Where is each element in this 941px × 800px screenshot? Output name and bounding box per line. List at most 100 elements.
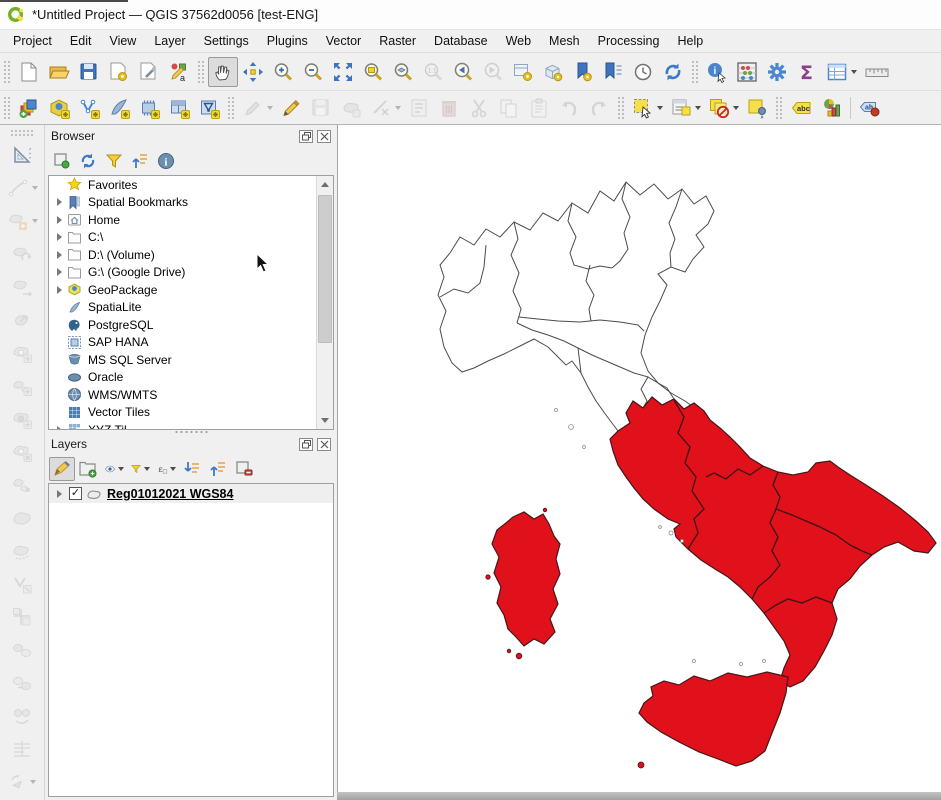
split-parts-button[interactable]	[5, 600, 39, 633]
browser-item-oracle[interactable]: Oracle	[49, 369, 333, 387]
select-by-location-button[interactable]	[742, 93, 772, 123]
remove-layer-button[interactable]	[231, 457, 257, 481]
browser-item-ms-sql-server[interactable]: MS SQL Server	[49, 351, 333, 369]
close-panel-icon[interactable]	[317, 438, 331, 451]
zoom-in-button[interactable]	[268, 57, 298, 87]
browser-item-vector-tiles[interactable]: Vector Tiles	[49, 404, 333, 422]
new-virtual-layer-button[interactable]	[164, 93, 194, 123]
expander-icon[interactable]	[53, 198, 65, 206]
current-edits-button[interactable]	[238, 93, 276, 123]
temporal-controller-button[interactable]	[628, 57, 658, 87]
scroll-down-icon[interactable]	[317, 412, 333, 429]
open-attribute-table-button[interactable]	[822, 57, 860, 87]
zoom-next-button[interactable]	[478, 57, 508, 87]
style-manager-button[interactable]: a	[164, 57, 194, 87]
rotate-feature-dropdown-button[interactable]	[5, 765, 39, 798]
delete-part-button[interactable]	[5, 468, 39, 501]
new-print-layout-button[interactable]	[104, 57, 134, 87]
zoom-full-extent-button[interactable]	[328, 57, 358, 87]
menu-plugins[interactable]: Plugins	[258, 31, 317, 51]
deselect-features-button[interactable]	[704, 93, 742, 123]
dropdown-arrow-icon[interactable]	[144, 467, 150, 471]
statistical-summary-button[interactable]	[732, 57, 762, 87]
toolbar-grip[interactable]	[775, 96, 783, 120]
browser-item-c-drive[interactable]: C:\	[49, 229, 333, 247]
trim-extend-button[interactable]	[5, 732, 39, 765]
menu-layer[interactable]: Layer	[145, 31, 194, 51]
refresh-map-button[interactable]	[658, 57, 688, 87]
new-spatialite-layer-button[interactable]	[104, 93, 134, 123]
toolbar-grip[interactable]	[617, 96, 625, 120]
simplify-feature-button[interactable]	[5, 303, 39, 336]
delete-selected-button[interactable]	[434, 93, 464, 123]
pin-labels-button[interactable]: ab	[855, 93, 885, 123]
expander-icon[interactable]	[53, 251, 65, 259]
add-selected-layers-button[interactable]	[49, 149, 75, 173]
browser-item-sap-hana[interactable]: SAP HANA	[49, 334, 333, 352]
expander-icon[interactable]	[53, 490, 65, 498]
offset-curve-button[interactable]	[5, 534, 39, 567]
browser-item-spatial-bookmarks[interactable]: Spatial Bookmarks	[49, 194, 333, 212]
pan-to-selection-button[interactable]	[238, 57, 268, 87]
add-feature-button[interactable]	[336, 93, 366, 123]
layer-diagram-options-button[interactable]	[816, 93, 846, 123]
toolbar-grip[interactable]	[227, 96, 235, 120]
vertex-tool-button[interactable]	[366, 93, 404, 123]
filter-legend-button[interactable]	[127, 457, 153, 481]
dropdown-arrow-icon[interactable]	[118, 467, 124, 471]
dropdown-arrow-icon[interactable]	[170, 467, 176, 471]
browser-item-postgresql[interactable]: PostgreSQL	[49, 316, 333, 334]
expander-icon[interactable]	[53, 286, 65, 294]
paste-features-button[interactable]	[524, 93, 554, 123]
add-group-button[interactable]	[75, 457, 101, 481]
browser-item-wms-wmts[interactable]: WMS/WMTS	[49, 386, 333, 404]
merge-feature-attributes-button[interactable]	[5, 666, 39, 699]
undo-button[interactable]	[554, 93, 584, 123]
menu-edit[interactable]: Edit	[61, 31, 101, 51]
map-canvas[interactable]	[337, 125, 941, 800]
add-part-button[interactable]	[5, 369, 39, 402]
dropdown-arrow-icon[interactable]	[851, 70, 857, 74]
save-project-button[interactable]	[74, 57, 104, 87]
copy-features-button[interactable]	[494, 93, 524, 123]
menu-project[interactable]: Project	[4, 31, 61, 51]
modify-attributes-button[interactable]	[404, 93, 434, 123]
toolbar-grip[interactable]	[3, 96, 11, 120]
menu-database[interactable]: Database	[425, 31, 497, 51]
dropdown-arrow-icon[interactable]	[695, 106, 701, 110]
pan-map-button[interactable]	[208, 57, 238, 87]
save-layer-edits-button[interactable]	[306, 93, 336, 123]
merge-features-button[interactable]	[5, 633, 39, 666]
layer-visibility-checkbox[interactable]: ✓	[69, 487, 82, 500]
measure-line-button[interactable]	[862, 57, 892, 87]
map-bottom-scroll-strip[interactable]	[337, 792, 941, 800]
new-project-button[interactable]	[14, 57, 44, 87]
float-panel-icon[interactable]	[299, 130, 313, 143]
new-shapefile-layer-button[interactable]	[74, 93, 104, 123]
scroll-up-icon[interactable]	[317, 176, 333, 193]
collapse-all-button[interactable]	[127, 149, 153, 173]
new-memory-layer-button[interactable]	[134, 93, 164, 123]
layer-row[interactable]: ✓ Reg01012021 WGS84	[49, 484, 333, 503]
toolbar-grip[interactable]	[197, 60, 205, 84]
split-features-button[interactable]	[5, 567, 39, 600]
cut-features-button[interactable]	[464, 93, 494, 123]
dropdown-arrow-icon[interactable]	[657, 106, 663, 110]
zoom-to-selection-button[interactable]	[358, 57, 388, 87]
float-panel-icon[interactable]	[299, 438, 313, 451]
menu-processing[interactable]: Processing	[589, 31, 669, 51]
new-spatial-bookmark-button[interactable]	[568, 57, 598, 87]
browser-item-favorites[interactable]: Favorites	[49, 176, 333, 194]
rotate-point-symbols-button[interactable]	[5, 699, 39, 732]
data-source-manager-button[interactable]	[14, 93, 44, 123]
browser-item-xyz-tiles[interactable]: XYZ Til	[49, 421, 333, 430]
toolbar-grip[interactable]	[3, 60, 11, 84]
zoom-to-layer-button[interactable]	[388, 57, 418, 87]
refresh-browser-button[interactable]	[75, 149, 101, 173]
menu-web[interactable]: Web	[497, 31, 540, 51]
toggle-editing-button[interactable]	[276, 93, 306, 123]
fill-ring-button[interactable]	[5, 402, 39, 435]
delete-ring-button[interactable]	[5, 435, 39, 468]
toolbar-grip[interactable]	[691, 60, 699, 84]
identify-features-button[interactable]: i	[702, 57, 732, 87]
